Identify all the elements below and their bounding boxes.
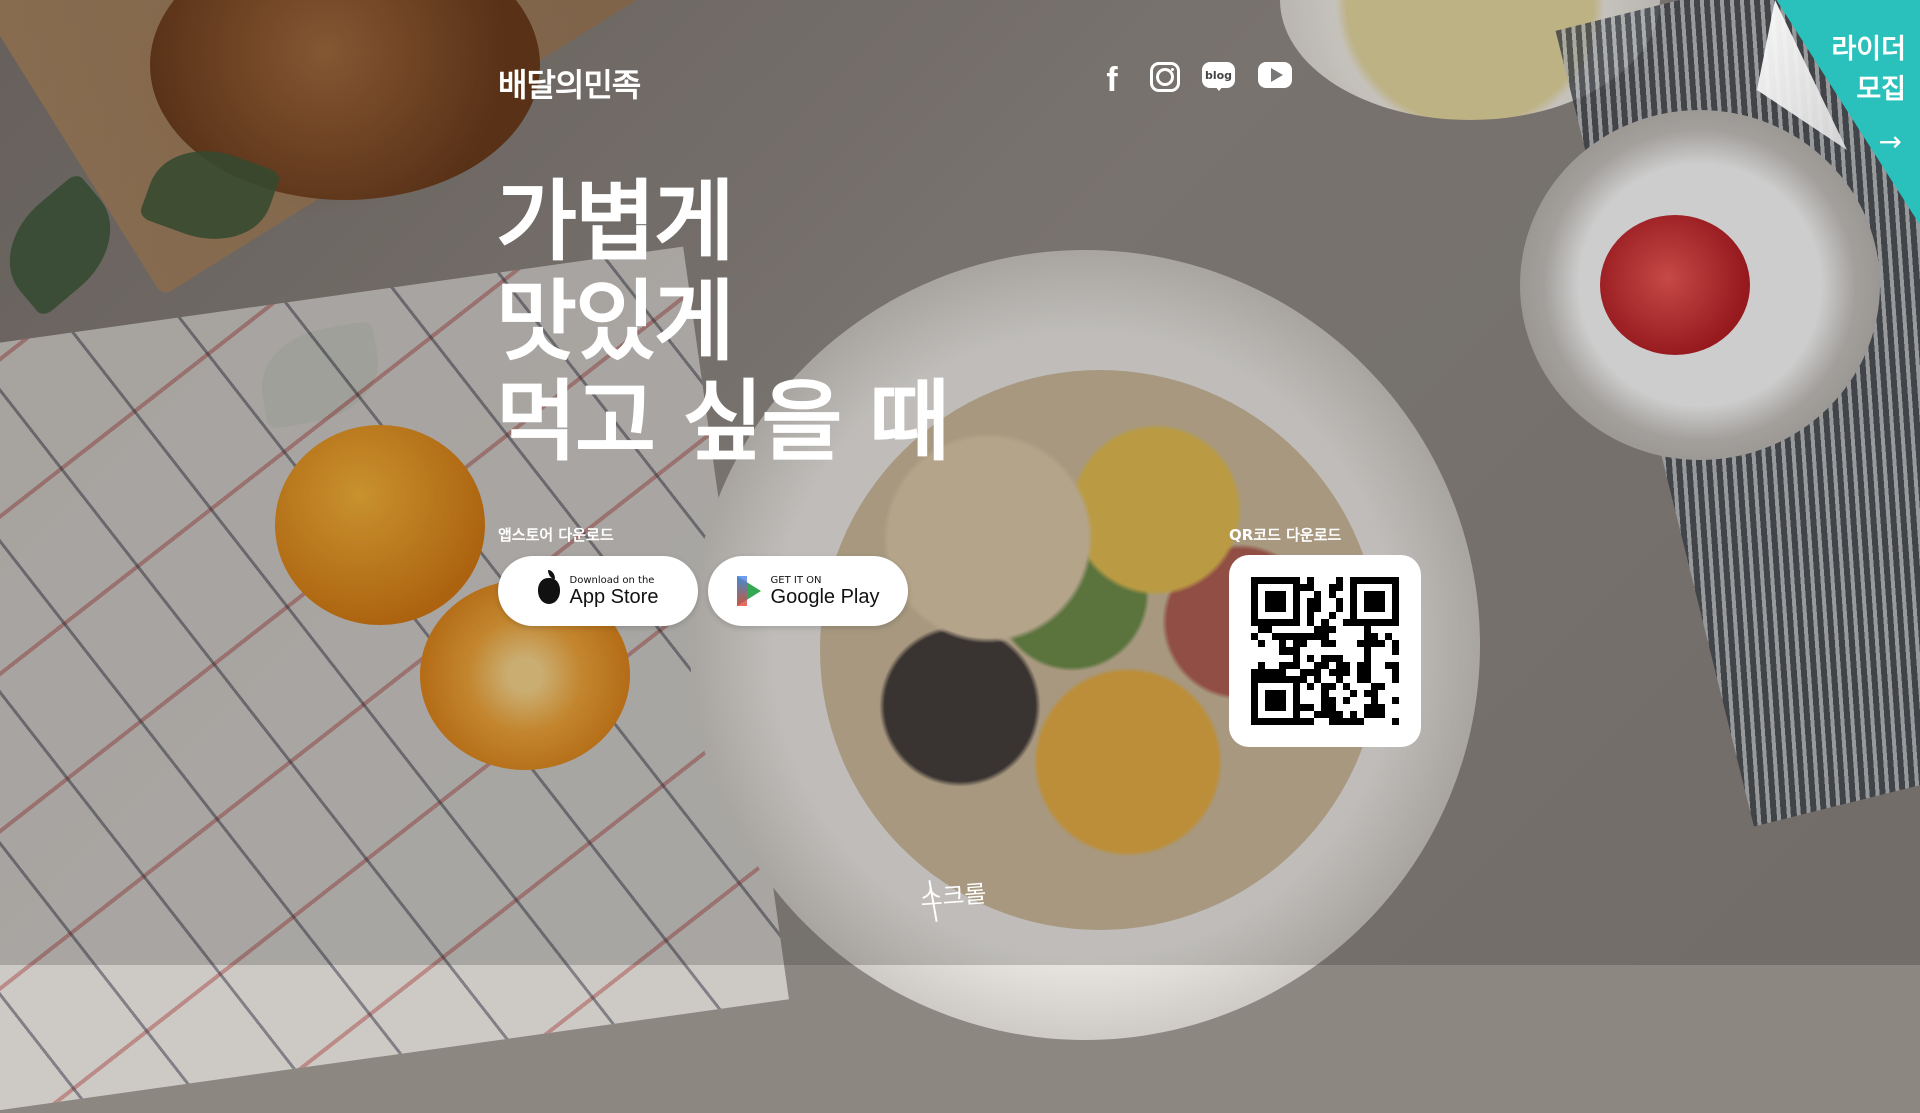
rider-recruit-banner[interactable]: 라이더 모집 → [1745,0,1920,225]
app-store-big-text: App Store [569,585,659,608]
google-play-text: GET IT ON Google Play [771,575,880,608]
apple-icon [537,570,560,604]
app-download-label: 앱스토어 다운로드 [498,526,614,544]
logo[interactable]: 배달의민족 [498,60,641,106]
google-play-button[interactable]: GET IT ON Google Play [708,556,908,626]
scroll-hint[interactable]: 스크롤 [919,874,988,914]
hero-line: 맛있게 [496,270,735,373]
rider-recruit-line: 라이더 [1831,34,1906,65]
blog-icon[interactable]: blog [1202,62,1235,91]
arrow-right-icon: → [1878,125,1902,158]
hero-headline: 가볍게 맛있게 먹고 싶을 때 [496,170,950,473]
google-play-big-text: Google Play [770,585,880,608]
app-store-text: Download on the App Store [570,575,659,608]
instagram-icon[interactable] [1150,62,1180,92]
qr-code-icon [1251,577,1399,725]
hero-line: 가볍게 [496,170,735,273]
rider-recruit-label: 라이더 모집 [1831,30,1906,110]
app-store-button[interactable]: Download on the App Store [498,556,698,626]
app-store-small-text: Download on the [569,574,655,586]
google-play-icon [736,576,761,606]
youtube-icon[interactable] [1258,62,1292,88]
background-overlay [0,0,1920,965]
hero-line: 먹고 싶을 때 [496,370,950,473]
google-play-small-text: GET IT ON [770,574,822,586]
facebook-icon[interactable]: f [1098,61,1126,99]
qr-code-card[interactable] [1229,555,1421,747]
qr-download-label: QR코드 다운로드 [1229,526,1342,544]
rider-recruit-line: 모집 [1856,74,1906,105]
